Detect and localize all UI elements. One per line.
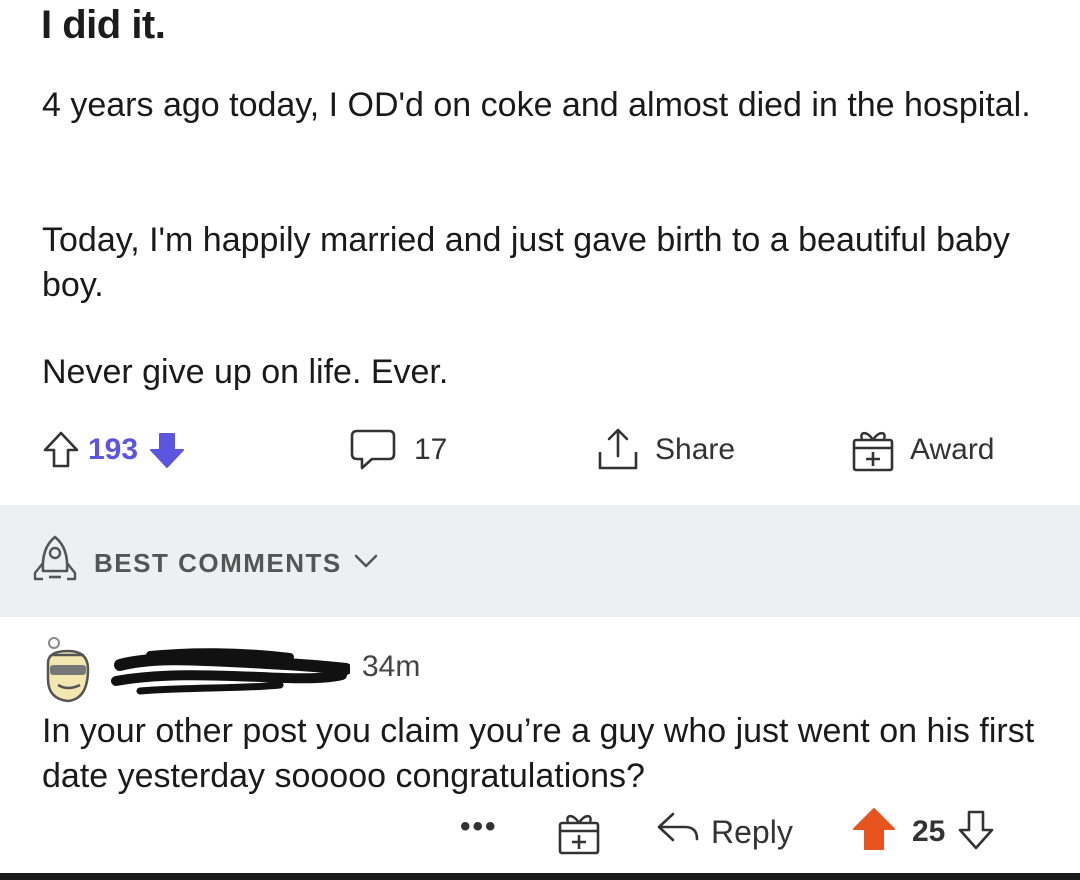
post-paragraph-2: Today, I'm happily married and just gave… (42, 221, 1010, 304)
award-button[interactable]: Award (850, 418, 995, 482)
post-actions: 193 17 Share Award (0, 418, 1080, 482)
comment-icon (348, 427, 398, 473)
comment-vote-count: 25 (912, 815, 946, 848)
comment-count: 17 (414, 433, 448, 466)
redacted-username (110, 635, 352, 705)
upvote-icon[interactable] (852, 807, 896, 858)
comment-actions: ••• Reply 25 (0, 802, 1080, 866)
comment-body: In your other post you claim you’re a gu… (42, 712, 1035, 795)
post-vote-count: 193 (88, 433, 139, 466)
award-icon (850, 426, 896, 474)
sort-label: BEST COMMENTS (94, 547, 342, 578)
share-icon (595, 426, 641, 474)
upvote-icon[interactable] (42, 430, 80, 470)
chevron-down-icon (354, 553, 378, 574)
award-icon[interactable] (556, 809, 602, 862)
share-label: Share (655, 433, 736, 466)
downvote-icon[interactable] (148, 430, 186, 470)
downvote-icon[interactable] (957, 808, 995, 857)
avatar[interactable] (40, 629, 96, 709)
reply-icon (655, 808, 701, 856)
comment-sort-bar: BEST COMMENTS (0, 505, 1080, 617)
bottom-edge (0, 873, 1080, 880)
comment-time: 34m (362, 650, 421, 683)
reply-label: Reply (711, 813, 793, 850)
award-label: Award (910, 433, 995, 466)
sort-dropdown[interactable]: BEST COMMENTS (30, 535, 378, 591)
share-button[interactable]: Share (595, 418, 735, 482)
comment: 34m In your other post you claim you’re … (0, 617, 1080, 880)
comments-button[interactable]: 17 (348, 418, 447, 482)
post: I did it. 4 years ago today, I OD'd on c… (0, 0, 1080, 505)
post-title: I did it. (41, 3, 166, 47)
vote-group: 193 (42, 418, 186, 482)
more-options-button[interactable]: ••• (460, 810, 498, 844)
rocket-icon (30, 533, 80, 594)
post-paragraph-3: Never give up on life. Ever. (42, 353, 449, 391)
reply-button[interactable]: Reply (655, 802, 793, 862)
post-paragraph-1: 4 years ago today, I OD'd on coke and al… (42, 86, 1031, 124)
comment-vote-group: 25 (852, 802, 995, 862)
